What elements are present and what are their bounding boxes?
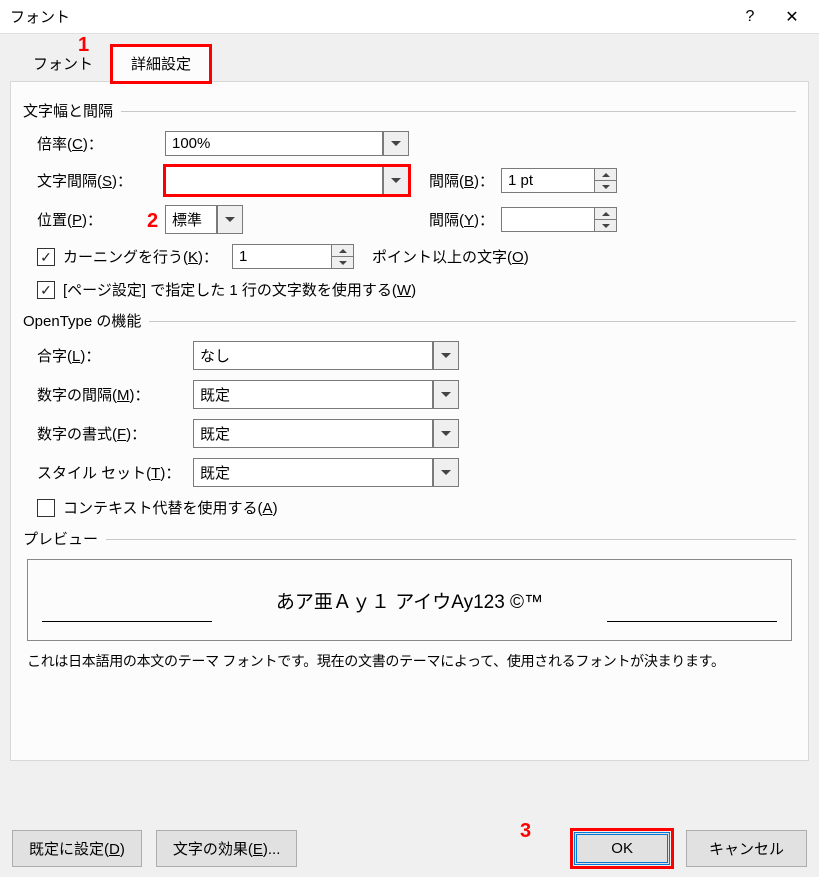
position-combo[interactable]: 標準 xyxy=(165,205,243,234)
styleset-combo[interactable]: 既定 xyxy=(193,458,459,487)
set-default-button[interactable]: 既定に設定(D) xyxy=(12,830,142,867)
use-page-checkbox[interactable] xyxy=(37,281,55,299)
scale-combo[interactable] xyxy=(165,131,409,156)
chevron-down-icon[interactable] xyxy=(383,166,409,195)
title-bar: フォント ? ✕ xyxy=(0,0,819,34)
dialog-body: 1 フォント 詳細設定 文字幅と間隔 倍率(C)： 2 文字間隔(S)： 狭く … xyxy=(0,34,819,877)
spinner-down-icon[interactable] xyxy=(595,219,616,231)
numforms-label: 数字の書式(F)： xyxy=(37,423,193,444)
spinner-up-icon[interactable] xyxy=(332,245,353,256)
char-spacing-combo[interactable]: 狭く xyxy=(165,166,409,195)
ligatures-value[interactable]: なし xyxy=(193,341,433,370)
close-button[interactable]: ✕ xyxy=(771,7,813,27)
group-char-spacing: 文字幅と間隔 xyxy=(23,100,796,121)
group-preview: プレビュー xyxy=(23,528,796,549)
help-button[interactable]: ? xyxy=(729,8,771,26)
by-spinner-1[interactable] xyxy=(501,168,617,193)
ligatures-label: 合字(L)： xyxy=(37,345,193,366)
char-spacing-label: 文字間隔(S)： xyxy=(37,170,165,191)
styleset-label: スタイル セット(T)： xyxy=(37,462,193,483)
window-title: フォント xyxy=(10,6,729,27)
ligatures-combo[interactable]: なし xyxy=(193,341,459,370)
tab-advanced[interactable]: 詳細設定 xyxy=(112,46,210,82)
button-bar: 既定に設定(D) 文字の効果(E)... OK キャンセル xyxy=(12,830,807,867)
spinner-down-icon[interactable] xyxy=(595,180,616,192)
cancel-button[interactable]: キャンセル xyxy=(686,830,807,867)
ok-button[interactable]: OK xyxy=(574,832,670,865)
char-spacing-value[interactable]: 狭く xyxy=(165,166,383,195)
scale-input[interactable] xyxy=(165,131,383,156)
chevron-down-icon[interactable] xyxy=(433,458,459,487)
numforms-value[interactable]: 既定 xyxy=(193,419,433,448)
by-label-1: 間隔(B)： xyxy=(429,170,501,191)
numspacing-combo[interactable]: 既定 xyxy=(193,380,459,409)
spinner-up-icon[interactable] xyxy=(595,169,616,180)
group-opentype: OpenType の機能 xyxy=(23,310,796,331)
spinner-down-icon[interactable] xyxy=(332,256,353,268)
spinner-up-icon[interactable] xyxy=(595,208,616,219)
use-page-label: [ページ設定] で指定した 1 行の文字数を使用する(W) xyxy=(63,279,416,300)
kerning-label: カーニングを行う(K)： xyxy=(63,246,218,267)
position-value[interactable]: 標準 xyxy=(165,205,217,234)
by-input-1[interactable] xyxy=(501,168,595,193)
chevron-down-icon[interactable] xyxy=(383,131,409,156)
preview-box: あア亜Ａｙ１ アイウAy123 ©™ xyxy=(27,559,792,641)
by-spinner-2[interactable] xyxy=(501,207,617,232)
annotation-marker-2: 2 xyxy=(147,210,158,233)
chevron-down-icon[interactable] xyxy=(433,419,459,448)
tab-font[interactable]: フォント xyxy=(14,46,112,82)
tab-content: 文字幅と間隔 倍率(C)： 2 文字間隔(S)： 狭く 間隔(B)： 位置(P)… xyxy=(10,81,809,761)
tab-strip: フォント 詳細設定 xyxy=(10,34,809,82)
chevron-down-icon[interactable] xyxy=(217,205,243,234)
numspacing-value[interactable]: 既定 xyxy=(193,380,433,409)
preview-sample: あア亜Ａｙ１ アイウAy123 ©™ xyxy=(276,587,543,614)
kerning-input[interactable] xyxy=(232,244,332,269)
preview-note: これは日本語用の本文のテーマ フォントです。現在の文書のテーマによって、使用され… xyxy=(27,651,792,671)
by-input-2[interactable] xyxy=(501,207,595,232)
styleset-value[interactable]: 既定 xyxy=(193,458,433,487)
ok-button-highlight: OK xyxy=(572,830,672,867)
kerning-checkbox[interactable] xyxy=(37,248,55,266)
kerning-after-label: ポイント以上の文字(O) xyxy=(372,246,529,267)
numspacing-label: 数字の間隔(M)： xyxy=(37,384,193,405)
chevron-down-icon[interactable] xyxy=(433,380,459,409)
text-effects-button[interactable]: 文字の効果(E)... xyxy=(156,830,298,867)
contextual-label: コンテキスト代替を使用する(A) xyxy=(63,497,278,518)
contextual-checkbox[interactable] xyxy=(37,499,55,517)
kerning-spinner[interactable] xyxy=(232,244,354,269)
numforms-combo[interactable]: 既定 xyxy=(193,419,459,448)
scale-label: 倍率(C)： xyxy=(37,133,165,154)
by-label-2: 間隔(Y)： xyxy=(429,209,501,230)
chevron-down-icon[interactable] xyxy=(433,341,459,370)
position-label: 位置(P)： xyxy=(37,209,165,230)
